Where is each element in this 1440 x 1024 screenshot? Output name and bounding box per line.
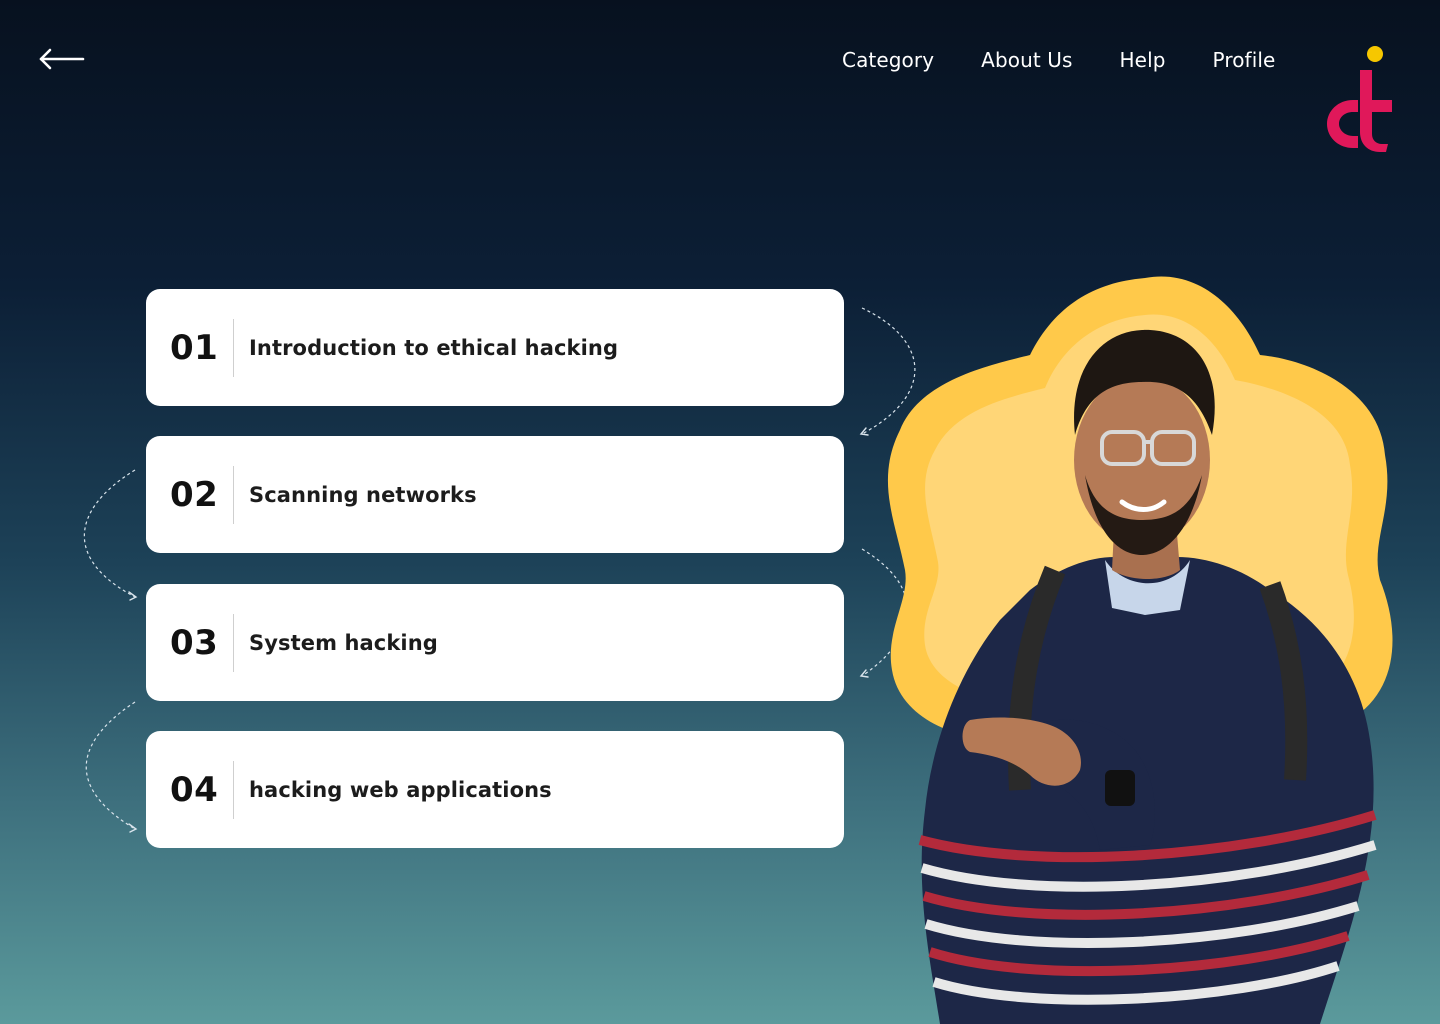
module-card-02[interactable]: 02 Scanning networks [146,436,844,553]
nav-category[interactable]: Category [842,48,934,72]
nav-profile[interactable]: Profile [1213,48,1276,72]
back-arrow-icon[interactable] [38,46,86,72]
module-title: Scanning networks [249,482,477,507]
top-nav: Category About Us Help Profile [842,44,1275,76]
module-number: 03 [170,622,219,663]
module-card-01[interactable]: 01 Introduction to ethical hacking [146,289,844,406]
module-number: 04 [170,769,219,810]
card-divider [233,465,234,524]
nav-about-us[interactable]: About Us [981,48,1072,72]
module-title: Introduction to ethical hacking [249,335,619,360]
module-title: System hacking [249,630,438,655]
module-title: hacking web applications [249,777,552,802]
card-divider [233,613,234,672]
module-number: 02 [170,474,219,515]
module-card-04[interactable]: 04 hacking web applications [146,731,844,848]
module-card-03[interactable]: 03 System hacking [146,584,844,701]
nav-help[interactable]: Help [1120,48,1166,72]
card-divider [233,318,234,377]
card-divider [233,760,234,819]
module-number: 01 [170,327,219,368]
brand-logo-icon[interactable] [1322,44,1398,154]
hero-illustration [887,276,1393,1024]
